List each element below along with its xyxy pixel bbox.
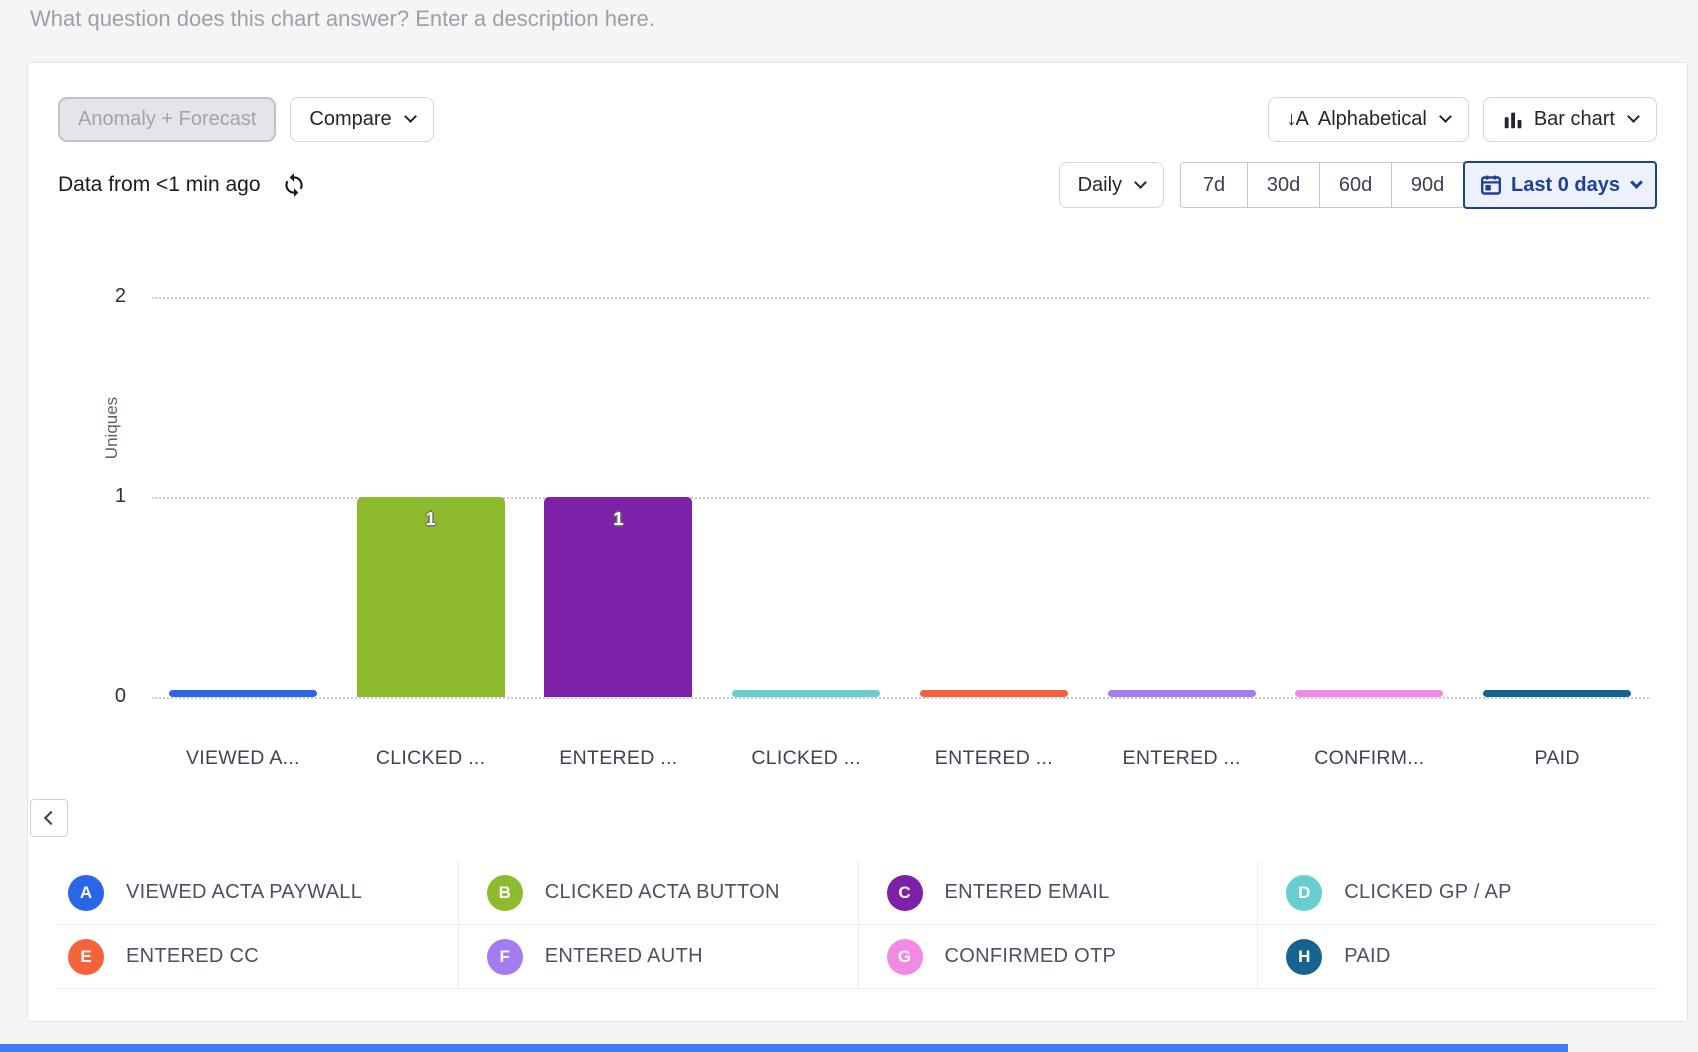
bar-2[interactable]: 1 [544, 497, 693, 697]
legend-item-label: ENTERED AUTH [544, 945, 703, 967]
x-tick-label-0: VIEWED A... [185, 747, 300, 769]
legend-item-h[interactable]: H PAID [1257, 925, 1657, 989]
legend-item-label: CLICKED ACTA BUTTON [544, 881, 780, 903]
x-tick-label-2: ENTERED ... [559, 747, 678, 769]
legend-item-c[interactable]: C ENTERED EMAIL [857, 861, 1258, 925]
bar-7[interactable] [1483, 690, 1632, 697]
legend-series-badge: A [68, 874, 104, 911]
legend-item-label: ENTERED EMAIL [944, 881, 1110, 903]
legend-item-b[interactable]: B CLICKED ACTA BUTTON [457, 861, 858, 925]
gridline-y2 [152, 297, 1649, 299]
legend-item-label: VIEWED ACTA PAYWALL [126, 881, 363, 903]
bar-5[interactable] [1107, 690, 1256, 697]
x-tick-label-1: CLICKED ... [375, 747, 486, 769]
x-tick-label-7: PAID [1534, 747, 1580, 769]
gridline-y0 [152, 697, 1649, 699]
y-tick-label-1: 1 [114, 485, 126, 507]
y-tick-label-2: 2 [114, 285, 126, 307]
legend-item-label: CONFIRMED OTP [944, 945, 1117, 967]
legend-item-d[interactable]: D CLICKED GP / AP [1257, 861, 1657, 925]
legend-item-e[interactable]: E ENTERED CC [58, 925, 458, 989]
chevron-left-icon [43, 810, 58, 826]
bar-3[interactable] [732, 690, 881, 697]
legend-series-badge: D [1286, 874, 1323, 911]
chart-description-placeholder[interactable]: What question does this chart answer? En… [30, 6, 655, 31]
legend-series-badge: H [1286, 938, 1323, 975]
x-tick-label-4: ENTERED ... [934, 747, 1053, 769]
legend-item-a[interactable]: A VIEWED ACTA PAYWALL [58, 861, 458, 925]
y-tick-label-0: 0 [114, 685, 126, 707]
bar-value-label: 1 [425, 509, 436, 529]
y-axis-label: Uniques [102, 396, 121, 460]
legend-series-badge: B [486, 874, 523, 911]
x-tick-label-5: ENTERED ... [1122, 747, 1241, 769]
chart-description-bar[interactable]: What question does this chart answer? En… [30, 6, 1668, 32]
chart-card: Anomaly + Forecast Compare ↓A Alphabetic… [27, 62, 1688, 1022]
bar-4[interactable] [919, 690, 1068, 697]
legend-series-badge: C [886, 874, 923, 911]
collapse-panel-button[interactable] [30, 799, 68, 837]
bar-1[interactable]: 1 [356, 497, 505, 697]
legend-item-f[interactable]: F ENTERED AUTH [457, 925, 858, 989]
legend-item-g[interactable]: G CONFIRMED OTP [857, 925, 1258, 989]
x-tick-label-6: CONFIRM... [1314, 747, 1425, 769]
bar-0[interactable] [168, 690, 317, 697]
legend-item-label: CLICKED GP / AP [1344, 881, 1512, 903]
legend-series-badge: F [486, 938, 523, 975]
bar-6[interactable] [1295, 690, 1444, 697]
x-tick-label-3: CLICKED ... [751, 747, 861, 769]
bottom-accent-strip [0, 1044, 1568, 1052]
legend-item-label: PAID [1344, 945, 1391, 967]
legend-item-label: ENTERED CC [126, 945, 260, 967]
chart-legend: A VIEWED ACTA PAYWALL B CLICKED ACTA BUTTON… [58, 861, 1657, 989]
legend-series-badge: G [886, 938, 923, 975]
legend-series-badge: E [68, 938, 104, 975]
bar-value-label: 1 [613, 509, 624, 529]
